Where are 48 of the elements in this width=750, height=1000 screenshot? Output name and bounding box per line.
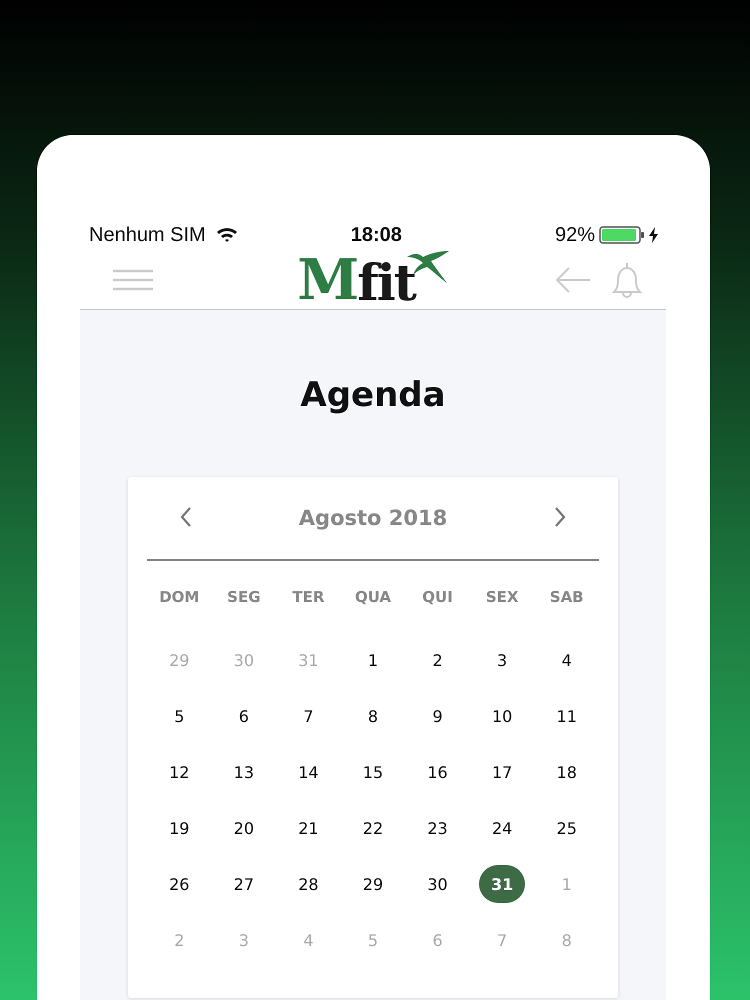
selected-day[interactable]: 31 <box>479 865 526 903</box>
calendar-day[interactable]: 17 <box>479 753 526 791</box>
clock: 18:08 <box>350 224 402 246</box>
calendar-day[interactable]: 24 <box>479 809 526 847</box>
calendar-day[interactable]: 7 <box>285 697 332 735</box>
calendar-day[interactable]: 2 <box>414 641 461 679</box>
page-title: Agenda <box>299 375 447 415</box>
battery-percent: 92% <box>554 224 595 246</box>
calendar-day[interactable]: 16 <box>414 753 461 791</box>
calendar-day[interactable]: 28 <box>285 865 332 903</box>
chevron-right-icon[interactable] <box>553 506 567 528</box>
wifi-icon <box>216 227 238 243</box>
calendar-day[interactable]: 19 <box>156 809 202 847</box>
calendar-day[interactable]: 10 <box>479 697 526 735</box>
chevron-left-icon[interactable] <box>179 506 193 528</box>
calendar-day[interactable]: 23 <box>414 809 461 847</box>
calendar-day[interactable]: 12 <box>156 753 202 791</box>
weekday-label: QUA <box>354 587 392 608</box>
battery-icon <box>599 226 645 244</box>
calendar-day[interactable]: 6 <box>220 697 267 735</box>
calendar-day[interactable]: 26 <box>156 865 202 903</box>
calendar-day[interactable]: 14 <box>285 753 332 791</box>
app-logo: Mfit <box>297 252 415 308</box>
calendar-day[interactable]: 20 <box>220 809 267 847</box>
weekday-label: SEG <box>227 587 261 608</box>
weekday-label: TER <box>292 587 324 608</box>
weekday-label: QUI <box>422 587 453 608</box>
calendar-day[interactable]: 27 <box>220 865 267 903</box>
calendar-day[interactable]: 25 <box>544 809 590 847</box>
calendar-day[interactable]: 5 <box>156 697 202 735</box>
weekday-label: SEX <box>486 587 518 608</box>
calendar-day[interactable]: 18 <box>544 753 590 791</box>
calendar-day[interactable]: 9 <box>414 697 461 735</box>
calendar-day[interactable]: 11 <box>544 697 590 735</box>
calendar-day[interactable]: 3 <box>479 641 526 679</box>
calendar-day[interactable]: 22 <box>350 809 396 847</box>
calendar-day[interactable]: 8 <box>350 697 396 735</box>
weekday-label: DOM <box>159 587 200 608</box>
weekday-label: SAB <box>550 587 584 608</box>
carrier-label: Nenhum SIM <box>89 224 206 246</box>
month-title: Agosto 2018 <box>298 506 448 530</box>
calendar-day[interactable]: 4 <box>544 641 590 679</box>
calendar-day[interactable]: 29 <box>350 865 396 903</box>
calendar-day[interactable]: 21 <box>285 809 332 847</box>
calendar-day[interactable]: 13 <box>220 753 267 791</box>
calendar-day[interactable]: 15 <box>350 753 396 791</box>
calendar-day[interactable]: 1 <box>350 641 396 679</box>
calendar-day[interactable]: 30 <box>414 865 461 903</box>
